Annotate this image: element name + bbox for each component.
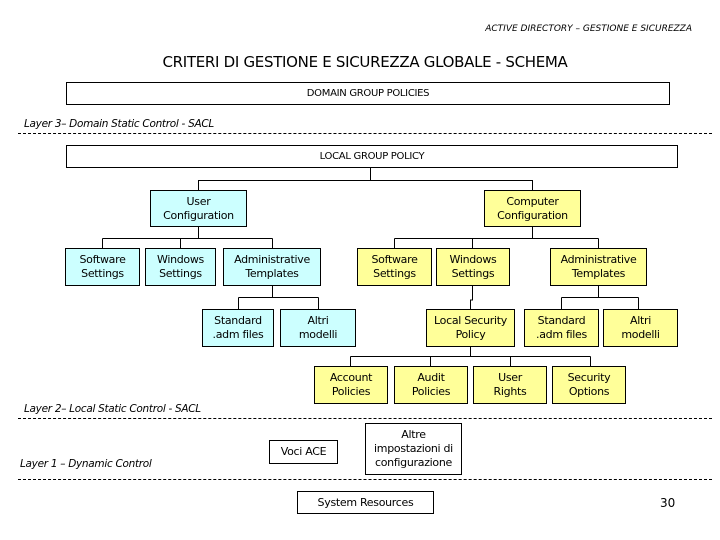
user-altri-modelli-box: Altri modelli (280, 309, 356, 347)
box-line: Settings (81, 267, 124, 280)
box-line: Windows (156, 253, 204, 266)
box-line: modelli (621, 328, 660, 341)
box-line: Administrative (234, 253, 310, 266)
box-line: Policies (331, 385, 371, 398)
box-line: Administrative (560, 253, 637, 266)
layer3-label: Layer 3– Domain Static Control - SACL (24, 118, 214, 130)
voci-ace-label: Voci ACE (280, 445, 327, 458)
computer-administrative-templates-box: Administrative Templates (550, 248, 647, 286)
altre-impostazioni-box: Altre impostazioni di configurazione (365, 423, 462, 475)
box-line: Altri (307, 314, 329, 327)
computer-altri-modelli-box: Altri modelli (603, 309, 678, 347)
box-line: Standard (214, 314, 262, 327)
connector-user-children (102, 227, 273, 248)
voci-ace-box: Voci ACE (269, 440, 338, 464)
page-number: 30 (660, 496, 676, 510)
box-line: Configuration (163, 208, 234, 222)
box-line: Templates (571, 267, 626, 280)
box-line: Software (371, 253, 418, 266)
computer-standard-adm-box: Standard .adm files (524, 309, 599, 347)
box-line: impostazioni di (374, 442, 453, 455)
box-line: Altre (401, 428, 426, 441)
box-line: .adm files (536, 328, 587, 341)
box-line: Windows (449, 253, 497, 266)
header-note: ACTIVE DIRECTORY – GESTIONE E SICUREZZA (485, 24, 692, 34)
local-group-policy-box: LOCAL GROUP POLICY (66, 145, 678, 168)
user-configuration-box: User Configuration (150, 190, 247, 227)
user-software-settings-box: Software Settings (65, 248, 140, 286)
box-line: Rights (493, 385, 527, 398)
layer1-label: Layer 1 – Dynamic Control (20, 458, 152, 470)
box-line: Policies (411, 385, 451, 398)
box-line: Configuration (497, 208, 568, 222)
box-line: Computer (506, 194, 559, 208)
box-line: .adm files (212, 328, 264, 341)
box-line: Security (567, 371, 611, 384)
box-line: Local Security (434, 314, 507, 327)
security-options-box: Security Options (552, 366, 626, 404)
connector-computer-admin-children (561, 286, 639, 309)
box-line: Account (329, 371, 373, 384)
account-policies-box: Account Policies (314, 366, 388, 404)
box-line: Audit (417, 371, 445, 384)
box-line: Options (568, 385, 610, 398)
box-line: Templates (245, 267, 299, 280)
box-line: Standard (537, 314, 586, 327)
domain-group-policies-label: DOMAIN GROUP POLICIES (306, 87, 430, 99)
layer1-divider (18, 479, 712, 480)
box-line: User (498, 371, 522, 384)
user-windows-settings-box: Windows Settings (145, 248, 216, 286)
box-line: Policy (455, 328, 486, 341)
box-line: Altri (630, 314, 651, 327)
connector-lgp-user (198, 167, 371, 190)
connector-lsp-children (350, 346, 591, 366)
computer-windows-settings-box: Windows Settings (436, 248, 510, 286)
box-line: modelli (298, 328, 338, 341)
box-line: Software (79, 253, 126, 266)
domain-group-policies-box: DOMAIN GROUP POLICIES (66, 82, 670, 105)
system-resources-box: System Resources (297, 491, 434, 514)
connector-computer-children (394, 227, 599, 248)
audit-policies-box: Audit Policies (394, 366, 468, 404)
page-title: CRITERI DI GESTIONE E SICUREZZA GLOBALE … (162, 53, 568, 71)
local-security-policy-box: Local Security Policy (426, 309, 515, 347)
box-line: User (186, 194, 211, 208)
box-line: Settings (451, 267, 495, 280)
box-line: Settings (159, 267, 202, 280)
connector-lgp-computer (370, 180, 533, 190)
user-administrative-templates-box: Administrative Templates (223, 248, 321, 286)
computer-software-settings-box: Software Settings (357, 248, 432, 286)
user-rights-box: User Rights (473, 366, 547, 404)
layer2-divider (18, 418, 712, 419)
local-group-policy-label: LOCAL GROUP POLICY (319, 150, 425, 162)
connector-user-admin-children (238, 286, 319, 309)
connector-windows-lsp (470, 286, 473, 309)
system-resources-label: System Resources (317, 495, 414, 509)
computer-configuration-box: Computer Configuration (484, 190, 581, 227)
box-line: configurazione (375, 456, 452, 469)
layer3-divider (18, 133, 712, 134)
layer2-label: Layer 2– Local Static Control - SACL (24, 403, 201, 415)
user-standard-adm-box: Standard .adm files (202, 309, 274, 347)
box-line: Settings (373, 267, 416, 280)
